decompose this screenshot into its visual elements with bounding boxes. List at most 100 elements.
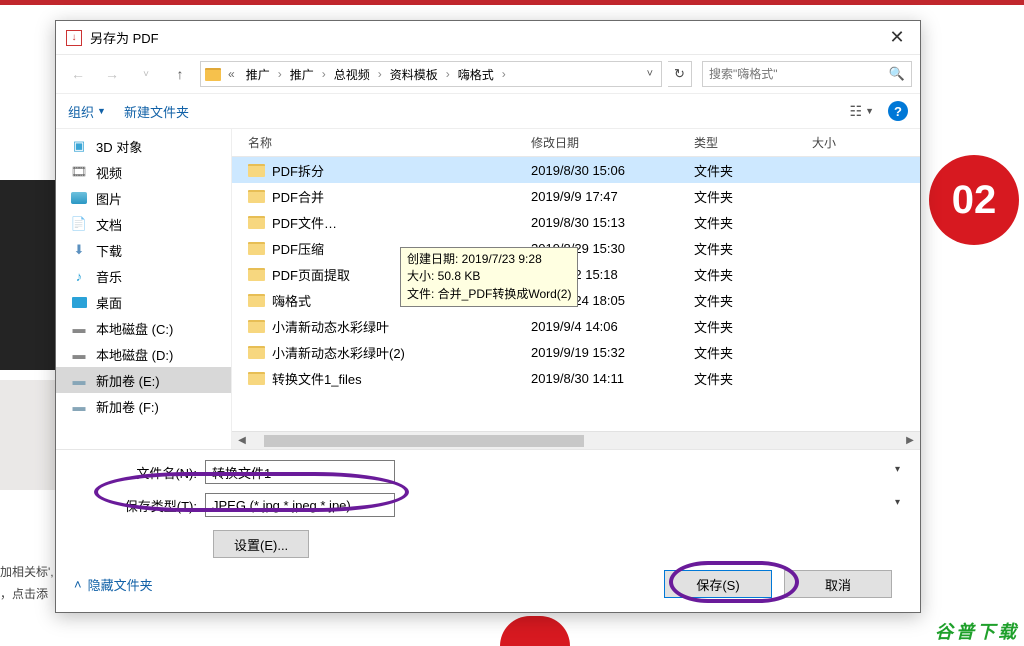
disk-icon — [70, 398, 88, 414]
chevron-right-icon: › — [446, 67, 450, 81]
search-icon[interactable]: 🔍 — [889, 66, 905, 82]
new-folder-button[interactable]: 新建文件夹 — [124, 102, 189, 121]
sidebar-item-disk-f[interactable]: 新加卷 (F:) — [56, 393, 231, 419]
chevron-up-icon: ˄ — [74, 577, 82, 592]
file-date: 2019/8/30 15:06 — [515, 163, 678, 178]
close-button[interactable]: ✕ — [874, 21, 920, 55]
breadcrumb[interactable]: « 推广› 推广› 总视频› 资料模板› 嗨格式› ˅ — [200, 61, 662, 87]
file-row[interactable]: PDF拆分2019/8/30 15:06文件夹 — [232, 157, 920, 183]
file-name: PDF压缩 — [272, 239, 324, 258]
file-row[interactable]: PDF文件…2019/8/30 15:13文件夹 — [232, 209, 920, 235]
breadcrumb-item[interactable]: 嗨格式 — [454, 66, 498, 83]
organize-menu[interactable]: 组织 ▼ — [68, 102, 106, 121]
column-header-size[interactable]: 大小 — [796, 134, 920, 151]
savetype-select[interactable] — [205, 493, 395, 517]
save-button[interactable]: 保存(S) — [664, 570, 772, 598]
folder-icon — [248, 216, 265, 229]
breadcrumb-item[interactable]: 总视频 — [330, 66, 374, 83]
file-date: 2019/9/19 15:32 — [515, 345, 678, 360]
document-icon: 📄 — [70, 216, 88, 232]
filename-input[interactable] — [205, 460, 395, 484]
sidebar: ▣3D 对象 🎞视频 图片 📄文档 下载 音乐 桌面 本地磁盘 (C:) 本地磁… — [56, 129, 232, 449]
horizontal-scrollbar[interactable]: ◀ ▶ — [232, 431, 920, 449]
sidebar-item-disk-d[interactable]: 本地磁盘 (D:) — [56, 341, 231, 367]
file-type: 文件夹 — [678, 317, 796, 336]
sidebar-item-music[interactable]: 音乐 — [56, 263, 231, 289]
download-icon — [70, 242, 88, 258]
recent-dropdown[interactable]: ˅ — [132, 61, 160, 87]
sidebar-item-documents[interactable]: 📄文档 — [56, 211, 231, 237]
column-header-row: 名称 修改日期 类型 大小 — [232, 129, 920, 157]
file-type: 文件夹 — [678, 213, 796, 232]
titlebar: 另存为 PDF ✕ — [56, 21, 920, 55]
file-name: 转换文件1_files — [272, 369, 362, 388]
file-type: 文件夹 — [678, 265, 796, 284]
search-box[interactable]: 🔍 — [702, 61, 912, 87]
tooltip-line: 大小: 50.8 KB — [407, 268, 571, 285]
forward-button[interactable]: → — [98, 61, 126, 87]
scroll-left-icon[interactable]: ◀ — [234, 435, 250, 446]
folder-icon — [248, 372, 265, 385]
breadcrumb-overflow[interactable]: « — [225, 67, 238, 81]
file-type: 文件夹 — [678, 291, 796, 310]
scrollbar-thumb[interactable] — [264, 435, 584, 447]
bg-keyboard — [0, 380, 55, 490]
folder-icon — [248, 320, 265, 333]
bg-header — [0, 0, 1024, 5]
breadcrumb-item[interactable]: 推广 — [286, 66, 318, 83]
folder-icon — [248, 294, 265, 307]
up-button[interactable]: ↑ — [166, 61, 194, 87]
breadcrumb-dropdown[interactable]: ˅ — [647, 68, 657, 80]
watermark-text: 谷普下载 — [935, 618, 1019, 644]
file-tooltip: 创建日期: 2019/7/23 9:28 大小: 50.8 KB 文件: 合并_… — [400, 247, 578, 307]
file-name: PDF页面提取 — [272, 265, 350, 284]
column-header-name[interactable]: 名称 — [232, 134, 515, 151]
column-header-type[interactable]: 类型 — [678, 134, 796, 151]
sidebar-item-3d-objects[interactable]: ▣3D 对象 — [56, 133, 231, 159]
sidebar-item-disk-c[interactable]: 本地磁盘 (C:) — [56, 315, 231, 341]
breadcrumb-item[interactable]: 资料模板 — [386, 66, 442, 83]
refresh-button[interactable]: ↻ — [668, 61, 692, 87]
file-date: 2019/9/9 17:47 — [515, 189, 678, 204]
chevron-down-icon: ▼ — [865, 106, 874, 116]
savetype-row: 保存类型(T): ▾ — [70, 493, 906, 517]
bg-badge-bottom — [500, 616, 570, 646]
hide-folders-toggle[interactable]: ˄ 隐藏文件夹 — [74, 575, 153, 594]
scroll-right-icon[interactable]: ▶ — [902, 435, 918, 446]
bg-number-badge: 02 — [929, 155, 1019, 245]
bg-text-line1: 加相关标', — [0, 562, 54, 584]
back-button[interactable]: ← — [64, 61, 92, 87]
folder-icon — [248, 164, 265, 177]
chevron-down-icon[interactable]: ▾ — [895, 464, 900, 475]
help-button[interactable]: ? — [888, 101, 908, 121]
filename-label: 文件名(N): — [70, 463, 205, 482]
pdf-app-icon — [66, 30, 82, 46]
settings-button[interactable]: 设置(E)... — [213, 530, 309, 558]
desktop-icon — [70, 294, 88, 310]
file-row[interactable]: 小清新动态水彩绿叶2019/9/4 14:06文件夹 — [232, 313, 920, 339]
file-date: 2019/9/4 14:06 — [515, 319, 678, 334]
bg-text-line2: ，点击添 — [0, 584, 54, 606]
bg-text: 加相关标', ，点击添 — [0, 562, 54, 605]
sidebar-item-pictures[interactable]: 图片 — [56, 185, 231, 211]
toolbar: 组织 ▼ 新建文件夹 ☷ ▼ ? — [56, 93, 920, 129]
sidebar-item-disk-e[interactable]: 新加卷 (E:) — [56, 367, 231, 393]
chevron-down-icon: ▼ — [97, 106, 106, 116]
column-header-date[interactable]: 修改日期 — [515, 134, 678, 151]
file-row[interactable]: PDF合并2019/9/9 17:47文件夹 — [232, 183, 920, 209]
chevron-down-icon[interactable]: ▾ — [895, 497, 900, 508]
sidebar-item-desktop[interactable]: 桌面 — [56, 289, 231, 315]
sidebar-item-videos[interactable]: 🎞视频 — [56, 159, 231, 185]
file-row[interactable]: 转换文件1_files2019/8/30 14:11文件夹 — [232, 365, 920, 391]
cancel-button[interactable]: 取消 — [784, 570, 892, 598]
file-row[interactable]: 小清新动态水彩绿叶(2)2019/9/19 15:32文件夹 — [232, 339, 920, 365]
bg-monitor — [0, 180, 55, 370]
tooltip-line: 文件: 合并_PDF转换成Word(2) — [407, 286, 571, 303]
search-input[interactable] — [709, 67, 889, 81]
sidebar-item-downloads[interactable]: 下载 — [56, 237, 231, 263]
view-mode-button[interactable]: ☷ ▼ — [850, 103, 874, 120]
file-type: 文件夹 — [678, 161, 796, 180]
nav-row: ← → ˅ ↑ « 推广› 推广› 总视频› 资料模板› 嗨格式› ˅ ↻ 🔍 — [56, 55, 920, 93]
chevron-right-icon: › — [502, 67, 506, 81]
breadcrumb-item[interactable]: 推广 — [242, 66, 274, 83]
